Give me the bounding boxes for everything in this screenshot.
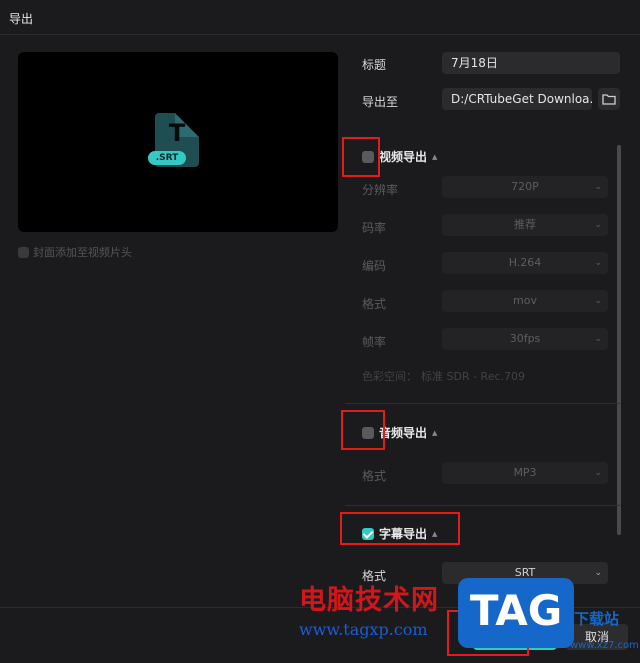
collapse-caret-icon[interactable]: ▲ — [432, 429, 437, 437]
video-format-value: mov — [513, 294, 537, 307]
cover-option[interactable]: 封面添加至视频片头 — [18, 244, 132, 260]
watermark-right-text: 下载站 — [574, 610, 620, 628]
video-export-title: 视频导出 — [379, 150, 428, 164]
chevron-down-icon: ⌄ — [594, 568, 602, 578]
browse-folder-button[interactable] — [598, 88, 620, 110]
framerate-select[interactable]: 30fps ⌄ — [442, 328, 608, 350]
video-format-select[interactable]: mov ⌄ — [442, 290, 608, 312]
watermark-right-url: www.xz7.com — [570, 640, 639, 651]
folder-icon — [602, 94, 616, 105]
bitrate-value: 推荐 — [514, 218, 536, 231]
color-space-value: 标准 SDR - Rec.709 — [421, 370, 526, 383]
watermark-logo: TAG — [458, 578, 574, 648]
audio-format-value: MP3 — [513, 466, 537, 479]
bitrate-select[interactable]: 推荐 ⌄ — [442, 214, 608, 236]
section-divider — [345, 505, 620, 506]
highlight-box-subtitle — [340, 512, 460, 545]
video-format-label: 格式 — [362, 297, 387, 311]
title-label: 标题 — [362, 58, 387, 72]
chevron-down-icon: ⌄ — [594, 182, 602, 192]
file-letter: T — [168, 119, 186, 147]
watermark-logo-text: TAG — [469, 586, 563, 635]
cover-checkbox[interactable] — [18, 246, 29, 258]
section-divider — [345, 403, 620, 404]
chevron-down-icon: ⌄ — [594, 334, 602, 344]
highlight-box-audio — [341, 410, 385, 450]
title-input[interactable]: 7月18日 — [442, 52, 620, 74]
collapse-caret-icon[interactable]: ▲ — [432, 153, 437, 161]
srt-badge: .SRT — [148, 151, 186, 165]
chevron-down-icon: ⌄ — [594, 296, 602, 306]
cover-label: 封面添加至视频片头 — [33, 246, 132, 259]
export-to-label: 导出至 — [362, 95, 399, 109]
highlight-box-video — [342, 137, 380, 177]
chevron-down-icon: ⌄ — [594, 468, 602, 478]
audio-format-select[interactable]: MP3 ⌄ — [442, 462, 608, 484]
resolution-select[interactable]: 720P ⌄ — [442, 176, 608, 198]
window-title: 导出 — [9, 12, 34, 26]
bitrate-label: 码率 — [362, 221, 387, 235]
watermark-site-name: 电脑技术网 — [299, 585, 439, 616]
codec-value: H.264 — [508, 256, 542, 269]
watermark-url: www.tagxp.com — [299, 620, 428, 639]
framerate-value: 30fps — [509, 332, 541, 345]
framerate-label: 帧率 — [362, 335, 387, 349]
preview-area: T .SRT — [18, 52, 338, 232]
title-bar: 导出 — [0, 0, 640, 35]
chevron-down-icon: ⌄ — [594, 258, 602, 268]
chevron-down-icon: ⌄ — [594, 220, 602, 230]
audio-format-label: 格式 — [362, 469, 387, 483]
resolution-label: 分辨率 — [362, 183, 399, 197]
codec-label: 编码 — [362, 259, 387, 273]
codec-select[interactable]: H.264 ⌄ — [442, 252, 608, 274]
export-path-input[interactable]: D:/CRTubeGet Downloa... — [442, 88, 592, 110]
color-space-label: 色彩空间： — [362, 370, 417, 383]
audio-export-title: 音频导出 — [379, 426, 428, 440]
scrollbar[interactable] — [617, 145, 621, 535]
resolution-value: 720P — [511, 180, 539, 193]
